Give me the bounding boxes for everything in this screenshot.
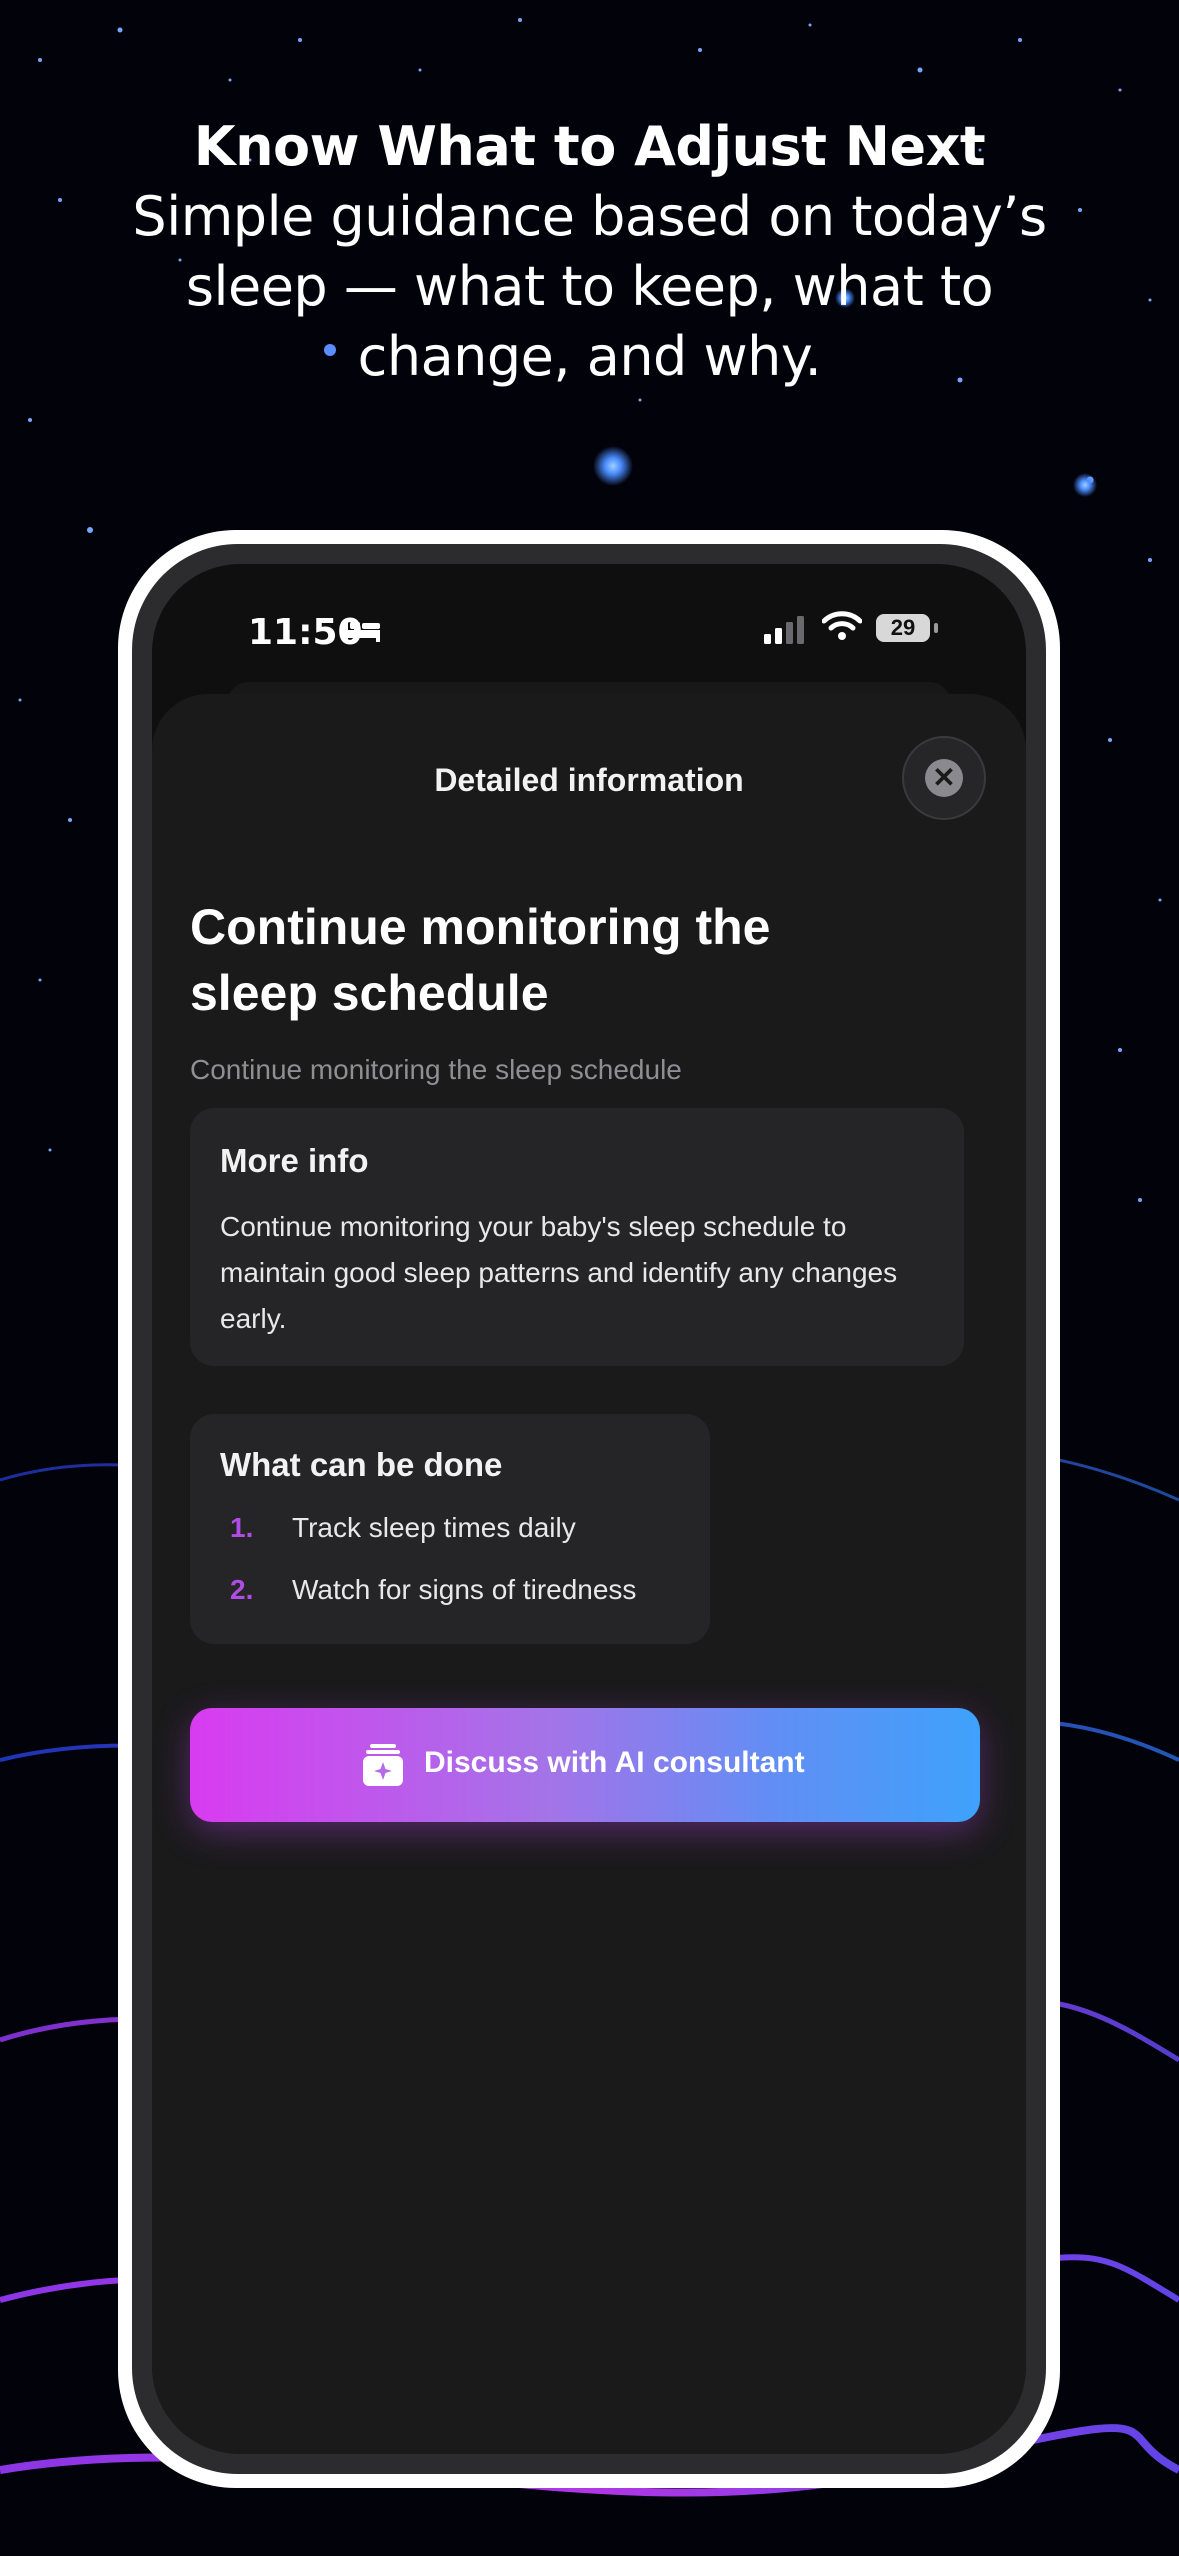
more-info-body: Continue monitoring your baby's sleep sc… xyxy=(220,1211,898,1334)
discuss-ai-button[interactable]: Discuss with AI consultant xyxy=(190,1708,980,1822)
discuss-ai-label: Discuss with AI consultant xyxy=(424,1746,805,1779)
list-item: 1. Track sleep times daily xyxy=(190,1512,710,1558)
step-number: 1. xyxy=(230,1512,254,1543)
battery-icon: 29 xyxy=(876,614,930,642)
actions-title: What can be done xyxy=(220,1446,503,1483)
phone-frame: 11:50 29 Detailed information ✕ Continue… xyxy=(118,530,1060,2488)
status-bar: 11:50 29 xyxy=(152,564,1026,684)
sheet-title: Detailed information xyxy=(434,762,744,798)
headline-subtitle: Simple guidance based on today’s sleep —… xyxy=(132,185,1047,388)
step-text: Track sleep times daily xyxy=(292,1512,576,1543)
phone-bezel: 11:50 29 Detailed information ✕ Continue… xyxy=(132,544,1046,2474)
battery-tip xyxy=(934,623,938,633)
more-info-card: More info Continue monitoring your baby'… xyxy=(190,1108,964,1366)
close-icon: ✕ xyxy=(925,759,963,797)
headline: Know What to Adjust Next Simple guidance… xyxy=(0,112,1179,392)
step-number: 2. xyxy=(230,1574,254,1605)
headline-title: Know What to Adjust Next xyxy=(193,115,986,178)
recommendation-subtitle: Continue monitoring the sleep schedule xyxy=(190,1054,682,1085)
ai-consultant-icon xyxy=(363,1744,403,1786)
more-info-title: More info xyxy=(220,1142,369,1179)
bed-icon xyxy=(344,620,380,642)
wifi-icon xyxy=(822,611,862,640)
recommendation-title: Continue monitoring the sleep schedule xyxy=(190,899,771,1021)
cellular-signal-icon xyxy=(764,616,804,644)
list-item: 2. Watch for signs of tiredness xyxy=(190,1574,710,1620)
close-button[interactable]: ✕ xyxy=(902,736,986,820)
detail-sheet: Detailed information ✕ Continue monitori… xyxy=(152,694,1026,2454)
actions-card: What can be done 1. Track sleep times da… xyxy=(190,1414,710,1644)
phone-screen: 11:50 29 Detailed information ✕ Continue… xyxy=(152,564,1026,2454)
step-text: Watch for signs of tiredness xyxy=(292,1574,637,1605)
